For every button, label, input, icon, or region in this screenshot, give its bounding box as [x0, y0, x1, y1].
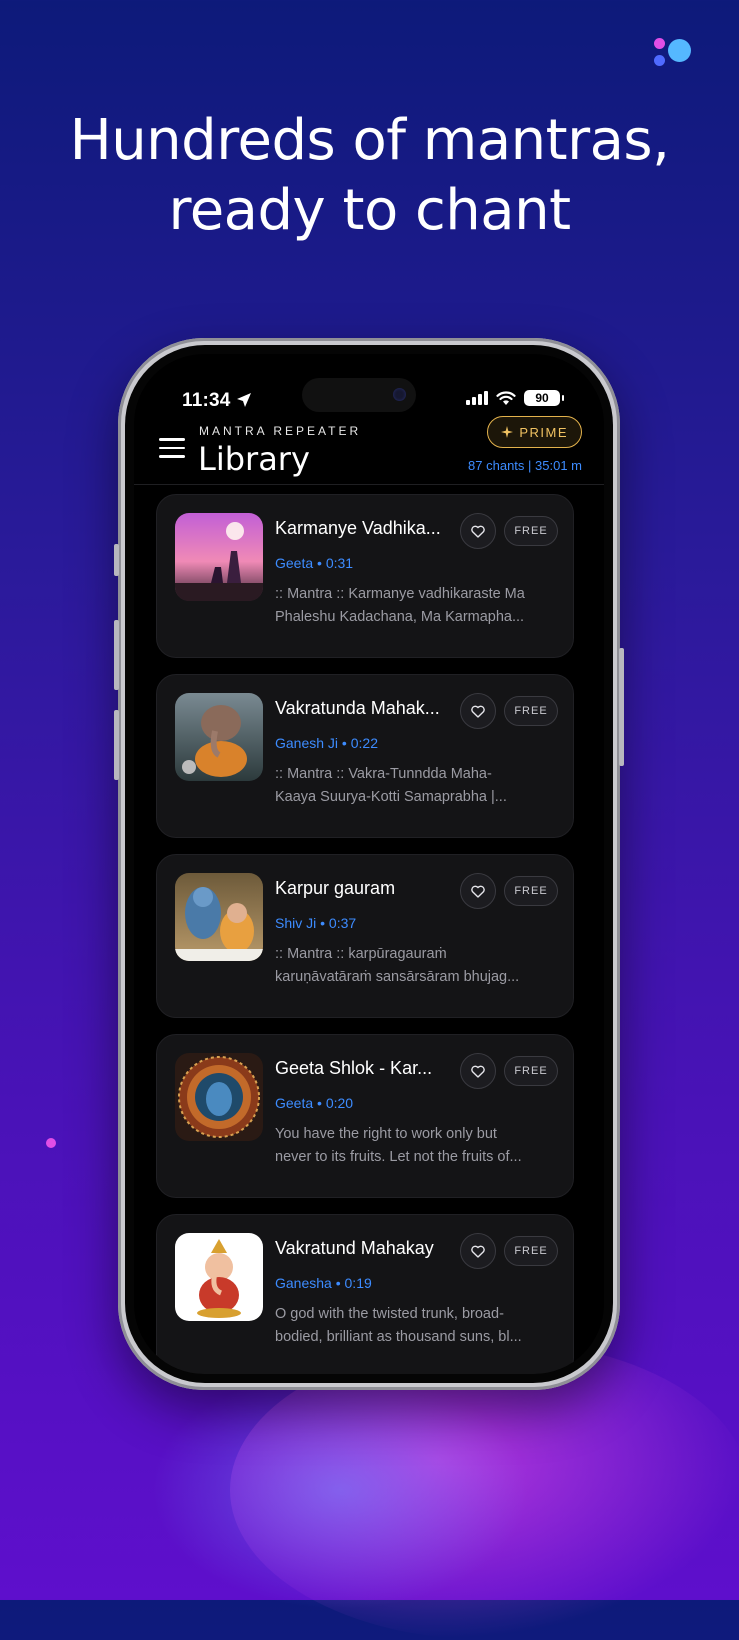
dynamic-island [302, 378, 416, 412]
mantra-description-line: never to its fruits. Let not the fruits … [275, 1149, 522, 1165]
mantra-description-line: :: Mantra :: Karmanye vadhikaraste Ma [275, 586, 525, 602]
phone-frame: 11:34 90 MANTRA REPEATER Library PRIME 8… [114, 338, 624, 1390]
favorite-button[interactable] [460, 873, 496, 909]
app-name: MANTRA REPEATER [199, 424, 362, 438]
mantra-duration: 0:20 [325, 1095, 354, 1111]
mantra-meta: Geeta • 0:20 [275, 1095, 354, 1111]
mantra-description-line: Kaaya Suurya-Kotti Samaprabha |... [275, 789, 507, 805]
heart-icon [471, 705, 485, 718]
heart-icon [471, 525, 485, 538]
mantra-thumbnail [175, 1053, 263, 1141]
favorite-button[interactable] [460, 1053, 496, 1089]
mantra-duration: 0:19 [344, 1275, 372, 1291]
promo-headline: Hundreds of mantras, ready to chant [0, 106, 739, 246]
mantra-meta: Geeta • 0:31 [275, 555, 354, 571]
mantra-card[interactable]: Vakratund Mahakay Ganesha • 0:19 O god w… [156, 1214, 574, 1374]
mantra-thumbnail [175, 873, 263, 961]
mantra-title: Karmanye Vadhika... [275, 518, 441, 538]
cyan-dot [668, 39, 691, 62]
mantra-description-line: :: Mantra :: karpūragauraṁ [275, 946, 447, 962]
mantra-duration: 0:31 [325, 555, 354, 571]
menu-icon[interactable] [159, 438, 185, 464]
mantra-description-line: bodied, brilliant as thousand suns, bl..… [275, 1329, 522, 1345]
status-indicators: 90 [466, 390, 564, 406]
mantra-description: :: Mantra :: karpūragauraṁ karuṇāvatāraṁ… [275, 943, 559, 989]
mantra-card[interactable]: Karmanye Vadhika... Geeta • 0:31 :: Mant… [156, 494, 574, 658]
headline-line-2: ready to chant [168, 178, 571, 243]
mantra-description: O god with the twisted trunk, broad- bod… [275, 1303, 559, 1349]
blue-dot [654, 55, 665, 66]
page-title: Library [198, 440, 310, 478]
volume-down-button [114, 710, 119, 780]
status-time: 11:34 [182, 390, 231, 411]
mantra-title: Vakratunda Mahak... [275, 698, 440, 718]
mantra-title: Vakratund Mahakay [275, 1238, 434, 1258]
signal-icon [466, 391, 488, 405]
headline-line-1: Hundreds of mantras, [69, 108, 670, 173]
wifi-icon [496, 390, 516, 405]
library-stats: 87 chants | 35:01 m [468, 458, 582, 473]
camera-icon [393, 388, 406, 401]
sparkle-icon [501, 426, 514, 438]
volume-up-button [114, 620, 119, 690]
mantra-title: Geeta Shlok - Kar... [275, 1058, 433, 1078]
heart-icon [471, 1245, 485, 1258]
mantra-title: Karpur gauram [275, 878, 396, 898]
free-badge: FREE [504, 1056, 558, 1086]
mantra-description: You have the right to work only but neve… [275, 1123, 559, 1169]
mantra-card[interactable]: Vakratunda Mahak... Ganesh Ji • 0:22 :: … [156, 674, 574, 838]
mantra-category: Geeta [275, 1095, 314, 1111]
free-badge: FREE [504, 876, 558, 906]
background-glow-secondary [150, 1370, 530, 1610]
mantra-duration: 0:37 [328, 915, 357, 931]
mantra-card[interactable]: Karpur gauram Shiv Ji • 0:37 :: Mantra :… [156, 854, 574, 1018]
location-arrow-icon [237, 393, 251, 407]
prime-label: PRIME [519, 424, 568, 440]
mantra-category: Geeta [275, 555, 314, 571]
mantra-description: :: Mantra :: Karmanye vadhikaraste Ma Ph… [275, 583, 559, 629]
free-badge: FREE [504, 696, 558, 726]
mantra-description-line: :: Mantra :: Vakra-Tunndda Maha- [275, 766, 492, 782]
pink-dot [654, 38, 665, 49]
favorite-button[interactable] [460, 513, 496, 549]
side-button [619, 648, 624, 766]
header-divider [134, 484, 604, 485]
mantra-description: :: Mantra :: Vakra-Tunndda Maha- Kaaya S… [275, 763, 559, 809]
mantra-card[interactable]: Geeta Shlok - Kar... Geeta • 0:20 You ha… [156, 1034, 574, 1198]
mantra-category: Ganesh Ji [275, 735, 339, 751]
heart-icon [471, 1065, 485, 1078]
brand-logo-dots [652, 38, 696, 68]
decorative-dot [46, 1138, 56, 1148]
mantra-thumbnail [175, 513, 263, 601]
app-screen: 11:34 90 MANTRA REPEATER Library PRIME 8… [134, 354, 604, 1374]
favorite-button[interactable] [460, 693, 496, 729]
favorite-button[interactable] [460, 1233, 496, 1269]
mantra-meta: Ganesha • 0:19 [275, 1275, 372, 1291]
free-badge: FREE [504, 516, 558, 546]
action-button [114, 544, 119, 576]
mantra-thumbnail [175, 1233, 263, 1321]
mantra-category: Ganesha [275, 1275, 332, 1291]
mantra-description-line: O god with the twisted trunk, broad- [275, 1306, 504, 1322]
mantra-description-line: Phaleshu Kadachana, Ma Karmapha... [275, 609, 525, 625]
prime-button[interactable]: PRIME [487, 416, 582, 448]
mantra-meta: Ganesh Ji • 0:22 [275, 735, 378, 751]
mantra-description-line: karuṇāvatāraṁ sansārsāram bhujag... [275, 969, 520, 985]
mantra-list: Karmanye Vadhika... Geeta • 0:31 :: Mant… [156, 494, 574, 1374]
free-badge: FREE [504, 1236, 558, 1266]
mantra-thumbnail [175, 693, 263, 781]
battery-icon: 90 [524, 390, 564, 406]
mantra-category: Shiv Ji [275, 915, 317, 931]
mantra-description-line: You have the right to work only but [275, 1126, 497, 1142]
mantra-meta: Shiv Ji • 0:37 [275, 915, 357, 931]
mantra-duration: 0:22 [350, 735, 378, 751]
heart-icon [471, 885, 485, 898]
